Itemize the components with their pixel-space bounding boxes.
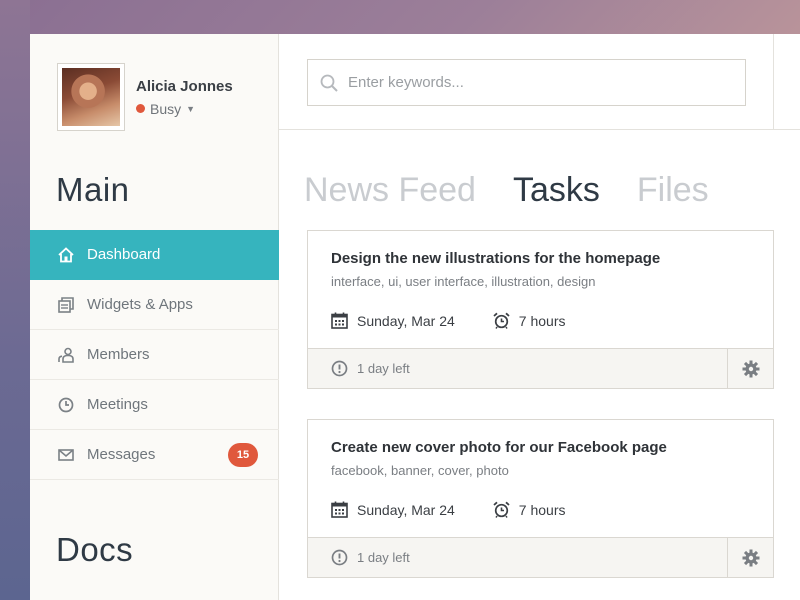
home-icon	[58, 246, 74, 263]
alert-icon	[331, 549, 348, 566]
tab-news-feed[interactable]: News Feed	[304, 171, 476, 210]
section-title-docs: Docs	[56, 531, 134, 568]
task-tags: interface, ui, user interface, illustrat…	[331, 274, 596, 289]
task-date: Sunday, Mar 24	[331, 312, 455, 329]
calendar-icon	[331, 312, 348, 329]
clock-icon	[58, 397, 74, 413]
sidebar-item-label: Widgets & Apps	[87, 296, 193, 313]
widgets-icon	[58, 296, 74, 313]
task-duration-label: 7 hours	[518, 501, 566, 518]
task-date-label: Sunday, Mar 24	[357, 501, 455, 518]
sidebar-item-label: Dashboard	[87, 246, 161, 263]
task-tags: facebook, banner, cover, photo	[331, 463, 509, 478]
task-card[interactable]: Design the new illustrations for the hom…	[307, 230, 774, 389]
user-profile[interactable]: Alicia Jonnes Busy ▼	[57, 63, 233, 131]
sidebar-item-label: Meetings	[87, 396, 148, 413]
gear-icon	[742, 360, 760, 378]
search-header	[279, 34, 774, 130]
messages-count-badge: 15	[228, 443, 258, 467]
task-deadline-label: 1 day left	[357, 361, 410, 376]
header-right-panel	[774, 34, 800, 130]
status-dot	[136, 104, 145, 113]
sidebar: Alicia Jonnes Busy ▼ Main Dashboard Widg…	[30, 34, 279, 600]
task-deadline: 1 day left	[308, 538, 727, 577]
sidebar-item-meetings[interactable]: Meetings	[30, 380, 279, 430]
tab-tasks[interactable]: Tasks	[513, 171, 600, 210]
avatar-image	[62, 68, 120, 126]
section-title-main: Main	[56, 171, 130, 208]
alert-icon	[331, 360, 348, 377]
status-label: Busy	[150, 100, 182, 117]
task-card[interactable]: Create new cover photo for our Facebook …	[307, 419, 774, 578]
task-duration: 7 hours	[493, 312, 566, 329]
task-title[interactable]: Design the new illustrations for the hom…	[331, 250, 660, 267]
sidebar-item-widgets[interactable]: Widgets & Apps	[30, 280, 279, 330]
task-date: Sunday, Mar 24	[331, 501, 455, 518]
search-input[interactable]	[348, 74, 728, 91]
sidebar-item-members[interactable]: Members	[30, 330, 279, 380]
sidebar-item-messages[interactable]: Messages 15	[30, 430, 279, 480]
task-duration-label: 7 hours	[518, 312, 566, 329]
content-tabs: News Feed Tasks Files	[304, 171, 746, 210]
main-content: News Feed Tasks Files Design the new ill…	[279, 34, 800, 600]
profile-info: Alicia Jonnes Busy ▼	[136, 78, 233, 117]
gear-icon	[742, 549, 760, 567]
sidebar-item-label: Members	[87, 346, 150, 363]
status-dropdown[interactable]: Busy ▼	[136, 101, 233, 117]
task-date-label: Sunday, Mar 24	[357, 312, 455, 329]
task-footer: 1 day left	[308, 348, 773, 388]
caret-down-icon: ▼	[186, 103, 196, 114]
tab-files[interactable]: Files	[637, 171, 709, 210]
members-icon	[58, 347, 74, 363]
task-deadline: 1 day left	[308, 349, 727, 388]
search-icon	[320, 74, 338, 92]
sidebar-item-label: Messages	[87, 446, 156, 463]
task-settings-button[interactable]	[727, 349, 773, 388]
app-window: Alicia Jonnes Busy ▼ Main Dashboard Widg…	[30, 34, 800, 600]
task-meta: Sunday, Mar 24 7 hours	[331, 312, 604, 329]
profile-name: Alicia Jonnes	[136, 77, 233, 95]
alarm-clock-icon	[493, 312, 510, 329]
task-footer: 1 day left	[308, 537, 773, 577]
sidebar-nav: Dashboard Widgets & Apps Members Meeting…	[30, 230, 279, 480]
avatar[interactable]	[57, 63, 125, 131]
mail-icon	[58, 447, 74, 463]
task-duration: 7 hours	[493, 501, 566, 518]
search-box[interactable]	[307, 59, 746, 106]
task-title[interactable]: Create new cover photo for our Facebook …	[331, 439, 667, 456]
task-deadline-label: 1 day left	[357, 550, 410, 565]
sidebar-item-dashboard[interactable]: Dashboard	[30, 230, 279, 280]
background-left	[0, 0, 30, 600]
alarm-clock-icon	[493, 501, 510, 518]
task-settings-button[interactable]	[727, 538, 773, 577]
task-meta: Sunday, Mar 24 7 hours	[331, 501, 604, 518]
calendar-icon	[331, 501, 348, 518]
